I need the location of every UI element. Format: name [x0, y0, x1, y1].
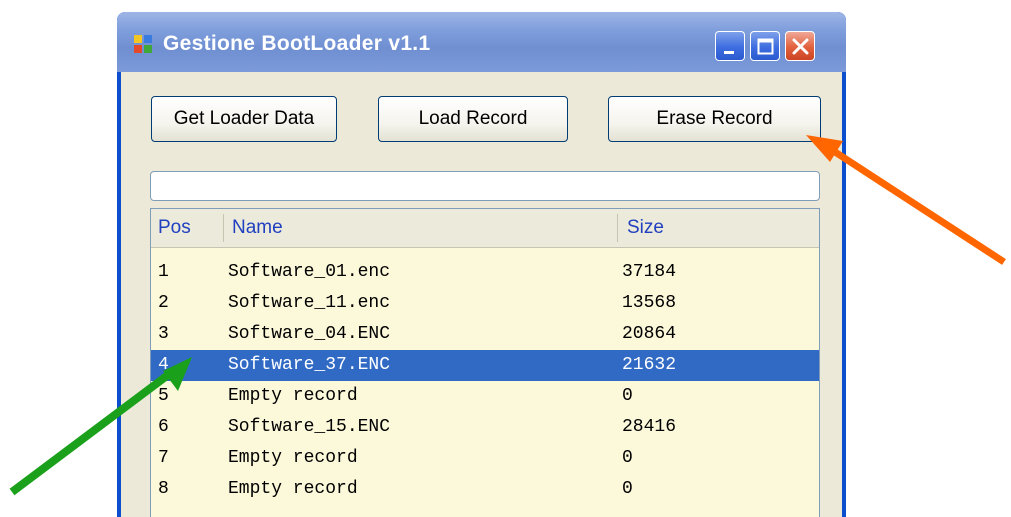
minimize-icon — [724, 51, 734, 54]
get-loader-data-button[interactable]: Get Loader Data — [151, 96, 337, 142]
client-area: Get Loader Data Load Record Erase Record… — [121, 72, 842, 517]
column-header-name[interactable]: Name — [232, 209, 283, 247]
close-icon — [792, 38, 809, 55]
record-list[interactable]: Pos Name Size 1 Software_01.enc 37184 2 … — [150, 208, 820, 517]
table-row[interactable]: 1 Software_01.enc 37184 — [151, 257, 819, 288]
table-row[interactable]: 6 Software_15.ENC 28416 — [151, 412, 819, 443]
row-name: Software_15.ENC — [228, 417, 391, 437]
row-name: Empty record — [228, 479, 358, 499]
row-size: 28416 — [622, 417, 677, 437]
list-header: Pos Name Size — [151, 209, 819, 248]
column-divider[interactable] — [617, 214, 618, 242]
table-row[interactable]: 7 Empty record 0 — [151, 443, 819, 474]
title-bar[interactable]: Gestione BootLoader v1.1 — [117, 12, 846, 72]
column-header-pos[interactable]: Pos — [158, 209, 191, 247]
row-size: 0 — [622, 386, 633, 406]
app-window-icon — [134, 35, 152, 53]
maximize-button[interactable] — [750, 31, 780, 61]
row-size: 21632 — [622, 355, 677, 375]
column-header-size[interactable]: Size — [627, 209, 664, 247]
load-record-button[interactable]: Load Record — [378, 96, 568, 142]
row-pos: 4 — [158, 355, 169, 375]
row-size: 37184 — [622, 262, 677, 282]
row-pos: 5 — [158, 386, 169, 406]
table-row[interactable]: 8 Empty record 0 — [151, 474, 819, 505]
row-name: Empty record — [228, 386, 358, 406]
window-title: Gestione BootLoader v1.1 — [163, 32, 431, 55]
row-name: Software_11.enc — [228, 293, 391, 313]
row-pos: 1 — [158, 262, 169, 282]
row-pos: 2 — [158, 293, 169, 313]
table-row-selected[interactable]: 4 Software_37.ENC 21632 — [151, 350, 819, 381]
app-window: Gestione BootLoader v1.1 Get Loader Data… — [117, 12, 846, 517]
row-size: 20864 — [622, 324, 677, 344]
column-divider[interactable] — [223, 214, 224, 242]
row-pos: 3 — [158, 324, 169, 344]
row-pos: 8 — [158, 479, 169, 499]
maximize-icon — [757, 38, 774, 55]
row-pos: 6 — [158, 417, 169, 437]
minimize-button[interactable] — [715, 31, 745, 61]
row-name: Software_04.ENC — [228, 324, 391, 344]
row-name: Software_01.enc — [228, 262, 391, 282]
table-row[interactable]: 3 Software_04.ENC 20864 — [151, 319, 819, 350]
progress-bar — [150, 171, 820, 201]
close-button[interactable] — [785, 31, 815, 61]
erase-record-button[interactable]: Erase Record — [608, 96, 821, 142]
row-pos: 7 — [158, 448, 169, 468]
row-name: Empty record — [228, 448, 358, 468]
row-size: 13568 — [622, 293, 677, 313]
row-name: Software_37.ENC — [228, 355, 391, 375]
row-size: 0 — [622, 448, 633, 468]
table-row[interactable]: 5 Empty record 0 — [151, 381, 819, 412]
table-row[interactable]: 2 Software_11.enc 13568 — [151, 288, 819, 319]
row-size: 0 — [622, 479, 633, 499]
